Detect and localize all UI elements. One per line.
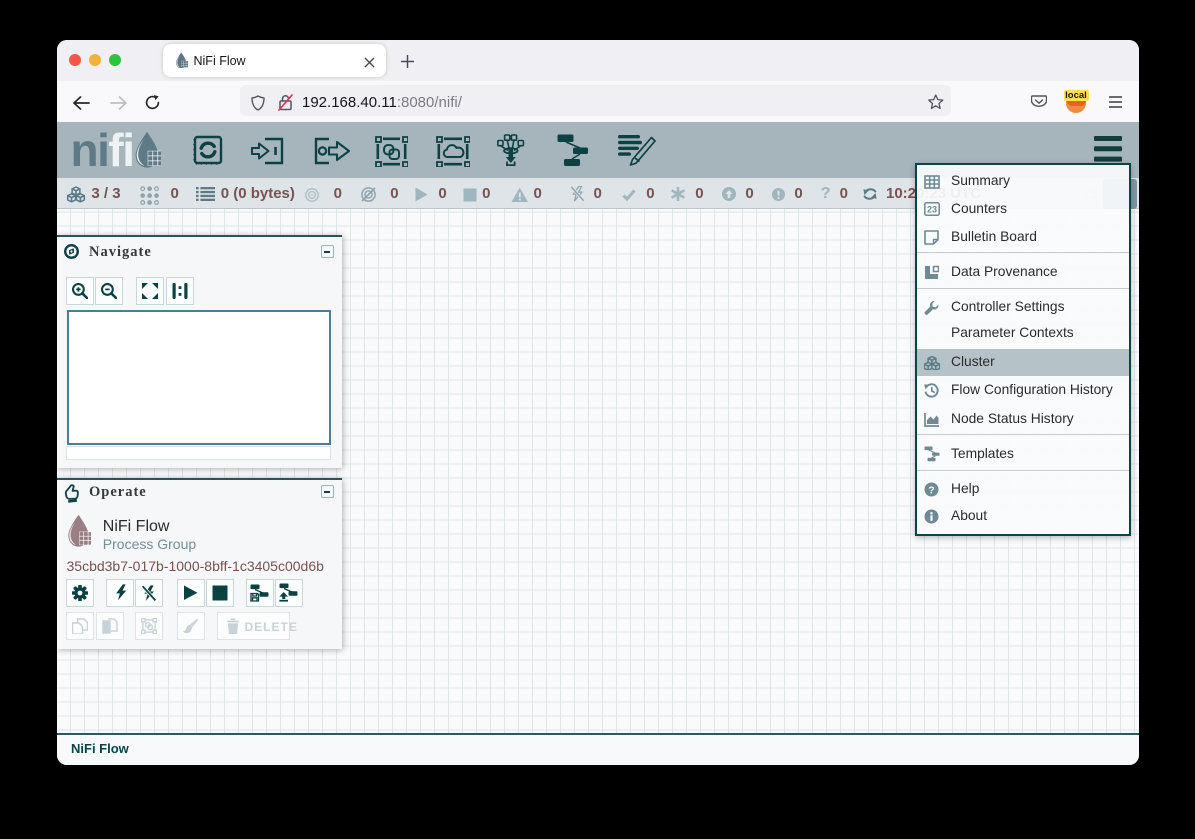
svg-text:23: 23 — [926, 205, 936, 215]
svg-text:?: ? — [928, 484, 934, 496]
